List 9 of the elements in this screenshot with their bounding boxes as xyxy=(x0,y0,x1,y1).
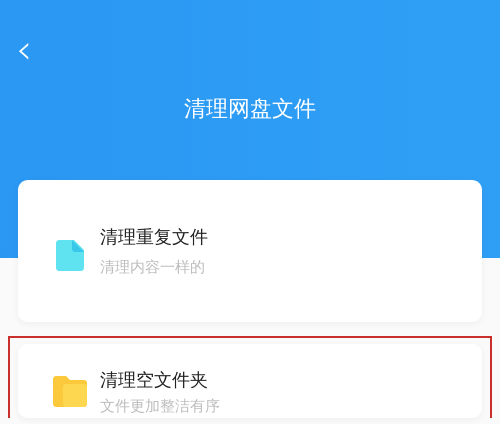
option-card[interactable]: 清理空文件夹 文件更加整洁有序 xyxy=(18,344,482,418)
option-subtitle: 清理内容一样的 xyxy=(100,257,206,277)
option-title: 清理空文件夹 xyxy=(100,369,209,393)
option-title: 清理重复文件 xyxy=(100,226,208,250)
document-icon xyxy=(56,240,84,270)
option-subtitle: 文件更加整洁有序 xyxy=(100,396,220,416)
folder-icon xyxy=(53,376,87,407)
option-card[interactable]: 清理重复文件 清理内容一样的 xyxy=(18,180,482,322)
page-title: 清理网盘文件 xyxy=(183,96,317,124)
